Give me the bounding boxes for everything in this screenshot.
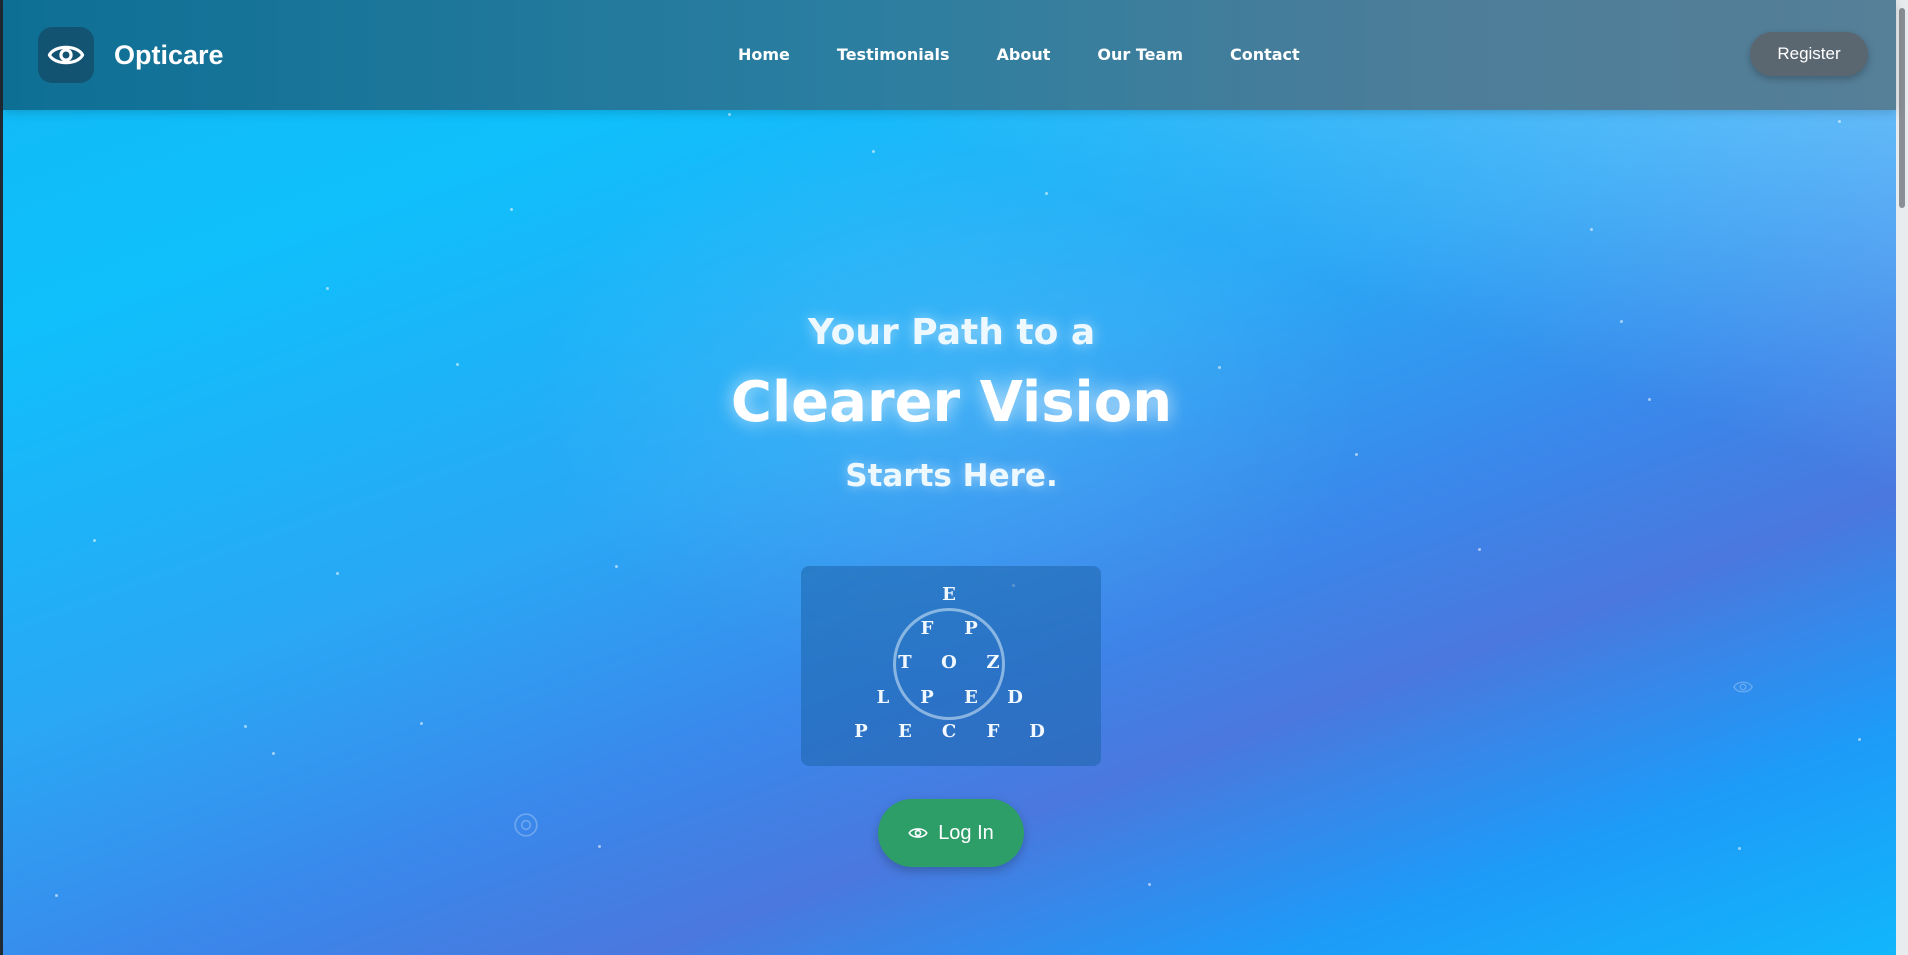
page: Opticare Home Testimonials About Our Tea… — [0, 0, 1908, 955]
nav-links: Home Testimonials About Our Team Contact — [738, 45, 1347, 64]
register-button[interactable]: Register — [1750, 32, 1868, 76]
star-dot — [1590, 228, 1593, 231]
nav-link-contact[interactable]: Contact — [1230, 45, 1300, 64]
star-dot — [1478, 548, 1481, 551]
star-dot — [1858, 738, 1861, 741]
eye-chart-letter: P — [854, 721, 868, 742]
nav-link-testimonials[interactable]: Testimonials — [837, 45, 950, 64]
star-dot — [728, 113, 731, 116]
star-dot — [456, 363, 459, 366]
brand[interactable]: Opticare — [38, 27, 224, 83]
star-dot — [598, 845, 601, 848]
nav-link-home[interactable]: Home — [738, 45, 790, 64]
star-dot — [872, 150, 875, 153]
star-dot — [1148, 883, 1151, 886]
top-navbar: Opticare Home Testimonials About Our Tea… — [3, 0, 1896, 110]
eye-chart-letter: D — [1007, 687, 1023, 708]
star-dot — [1838, 120, 1841, 123]
faint-eye-icon — [514, 813, 538, 837]
eye-chart-letter: C — [941, 721, 957, 742]
hero-heading-line1: Your Path to a — [807, 312, 1096, 353]
login-button-label: Log In — [938, 821, 994, 844]
eye-chart-letter: Z — [986, 652, 1000, 673]
eye-chart-letter: F — [920, 618, 934, 639]
star-dot — [55, 894, 58, 897]
hero-heading-line2: Clearer Vision — [730, 370, 1173, 435]
star-dot — [93, 539, 96, 542]
star-dot — [272, 752, 275, 755]
star-dot — [1045, 192, 1048, 195]
star-dot — [420, 722, 423, 725]
eye-chart-letter: E — [942, 584, 956, 605]
hero-heading-line3: Starts Here. — [845, 458, 1058, 494]
eye-chart-letter: O — [941, 652, 957, 673]
faint-eye-icon — [1732, 681, 1754, 693]
star-dot — [326, 287, 329, 290]
nav-link-our-team[interactable]: Our Team — [1097, 45, 1183, 64]
eye-chart-letter: L — [876, 687, 890, 708]
star-dot — [510, 208, 513, 211]
logo-eye-icon — [38, 27, 94, 83]
login-button[interactable]: Log In — [878, 799, 1024, 867]
scrollbar-thumb[interactable] — [1899, 8, 1905, 208]
star-dot — [244, 725, 247, 728]
nav-link-about[interactable]: About — [997, 45, 1051, 64]
brand-name: Opticare — [114, 39, 224, 70]
eye-chart: E F P T O Z L P E D P E C F D — [801, 566, 1101, 766]
eye-chart-letter: E — [964, 687, 978, 708]
eye-chart-letter: D — [1029, 721, 1045, 742]
eye-chart-letter: T — [898, 652, 912, 673]
star-dot — [1218, 366, 1221, 369]
eye-chart-letter: F — [986, 721, 1000, 742]
star-dot — [336, 572, 339, 575]
star-dot — [1355, 453, 1358, 456]
star-dot — [615, 565, 618, 568]
eye-chart-letter: E — [898, 721, 912, 742]
vertical-scrollbar[interactable] — [1896, 0, 1908, 955]
eye-icon — [908, 823, 928, 843]
eye-chart-letter: P — [920, 687, 934, 708]
eye-chart-letter: P — [964, 618, 978, 639]
star-dot — [1738, 847, 1741, 850]
